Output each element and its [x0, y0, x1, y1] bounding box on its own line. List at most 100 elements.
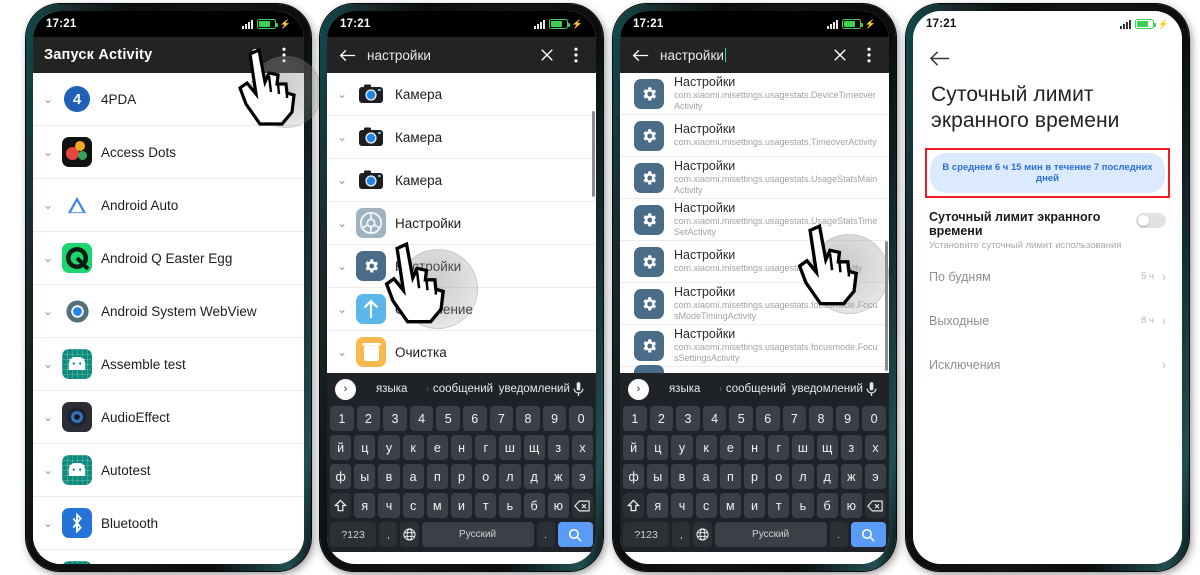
- chevron-down-icon[interactable]: ⌄: [337, 131, 347, 143]
- key-и[interactable]: и: [743, 493, 766, 518]
- symbols-key[interactable]: ?123: [623, 522, 670, 547]
- key-п[interactable]: п: [426, 464, 448, 489]
- key-9[interactable]: 9: [835, 406, 860, 431]
- keyboard-row-bottom[interactable]: ?123, Русский.: [330, 522, 593, 547]
- key-ш[interactable]: ш: [792, 435, 814, 460]
- keyboard-row-1[interactable]: йцукенгшщзх: [623, 435, 887, 460]
- phone-3-keyboard[interactable]: › языка сообщений уведомлений 1 2 3 4 5 6 7 8 9 0 й ц у к…: [620, 373, 889, 552]
- key-5[interactable]: 5: [729, 406, 753, 431]
- nav-row[interactable]: По будням 5 ч ›: [913, 255, 1182, 299]
- suggestion-word[interactable]: уведомлений: [791, 383, 863, 395]
- chevron-down-icon[interactable]: ⌄: [43, 252, 53, 264]
- suggestion-word[interactable]: языка: [356, 383, 427, 395]
- search-input[interactable]: настройки: [367, 48, 431, 63]
- key-2[interactable]: 2: [356, 406, 381, 431]
- chevron-down-icon[interactable]: ⌄: [43, 305, 53, 317]
- key-з[interactable]: з: [840, 435, 862, 460]
- key-5[interactable]: 5: [436, 406, 460, 431]
- key-з[interactable]: з: [547, 435, 569, 460]
- key-б[interactable]: б: [523, 493, 545, 518]
- key-8[interactable]: 8: [516, 406, 540, 431]
- list-item[interactable]: Настройки com.xiaomi.misettings.usagestat…: [620, 115, 889, 157]
- list-item[interactable]: ⌄ Камера: [327, 159, 596, 202]
- list-item[interactable]: Настройки: [620, 364, 889, 373]
- phone-2-result-list[interactable]: ⌄Камера⌄Камера⌄Камера⌄Настройки⌄Настройк…: [327, 73, 596, 373]
- globe-icon[interactable]: [400, 522, 419, 547]
- key-3[interactable]: 3: [383, 406, 407, 431]
- keyboard-row-2[interactable]: фывапролджэ: [330, 464, 594, 489]
- key-д[interactable]: д: [816, 464, 838, 489]
- key-щ[interactable]: щ: [523, 435, 545, 460]
- key-ф[interactable]: ф: [623, 464, 645, 489]
- list-item[interactable]: ⌄ Камера: [327, 73, 596, 116]
- symbols-key[interactable]: ?123: [330, 522, 377, 547]
- key-2[interactable]: 2: [649, 406, 674, 431]
- key-й[interactable]: й: [330, 435, 352, 460]
- chevron-down-icon[interactable]: ⌄: [337, 88, 347, 100]
- phone-3-result-list[interactable]: Настройки com.xiaomi.misettings.usagestat…: [620, 73, 889, 373]
- period-key[interactable]: .: [536, 522, 555, 547]
- nav-row[interactable]: Исключения ›: [913, 343, 1182, 387]
- microphone-icon[interactable]: [863, 380, 881, 398]
- key-х[interactable]: х: [864, 435, 887, 460]
- key-1[interactable]: 1: [330, 406, 354, 431]
- key-3[interactable]: 3: [676, 406, 700, 431]
- list-item[interactable]: Настройки com.xiaomi.misettings.usagestat…: [620, 325, 889, 367]
- suggestion-word[interactable]: сообщений: [720, 383, 791, 395]
- globe-icon[interactable]: [693, 522, 712, 547]
- key-ц[interactable]: ц: [647, 435, 669, 460]
- key-а[interactable]: а: [695, 464, 717, 489]
- key-ю[interactable]: ю: [840, 493, 862, 518]
- keyboard-row-2[interactable]: фывапролджэ: [623, 464, 887, 489]
- search-input[interactable]: настройки: [660, 47, 727, 63]
- key-к[interactable]: к: [695, 435, 717, 460]
- chevron-down-icon[interactable]: ⌄: [337, 260, 347, 272]
- key-4[interactable]: 4: [409, 406, 434, 431]
- key-9[interactable]: 9: [542, 406, 567, 431]
- period-key[interactable]: .: [829, 522, 848, 547]
- chevron-down-icon[interactable]: ⌄: [43, 358, 53, 370]
- comma-key[interactable]: ,: [672, 522, 691, 547]
- keyboard-row-3[interactable]: ячсмитьбю: [330, 493, 594, 518]
- back-arrow-icon[interactable]: [338, 46, 356, 64]
- key-э[interactable]: э: [571, 464, 594, 489]
- list-item[interactable]: Настройки com.xiaomi.misettings.usagestat…: [620, 73, 889, 115]
- key-ы[interactable]: ы: [354, 464, 376, 489]
- key-у[interactable]: у: [378, 435, 400, 460]
- search-icon[interactable]: [557, 522, 593, 547]
- daily-limit-toggle[interactable]: [1136, 212, 1166, 228]
- suggestion-bar[interactable]: › языка сообщений уведомлений: [330, 376, 593, 402]
- key-ы[interactable]: ы: [647, 464, 669, 489]
- key-о[interactable]: о: [475, 464, 497, 489]
- key-ф[interactable]: ф: [330, 464, 352, 489]
- key-п[interactable]: п: [719, 464, 741, 489]
- key-а[interactable]: а: [402, 464, 424, 489]
- list-item[interactable]: ⌄ Assemble test: [33, 338, 304, 391]
- key-с[interactable]: с: [695, 493, 717, 518]
- list-item[interactable]: ⌄ Очистка: [327, 331, 596, 373]
- key-щ[interactable]: щ: [816, 435, 838, 460]
- key-ц[interactable]: ц: [354, 435, 376, 460]
- list-item[interactable]: ⌄ Android System WebView: [33, 285, 304, 338]
- key-е[interactable]: е: [426, 435, 448, 460]
- key-в[interactable]: в: [378, 464, 400, 489]
- phone-1-app-list[interactable]: ⌄ 4 4PDA ⌄ Access Dots ⌄ Android Auto ⌄ Android …: [33, 73, 304, 564]
- list-item[interactable]: ⌄ Bluetooth: [33, 497, 304, 550]
- key-г[interactable]: г: [768, 435, 790, 460]
- key-т[interactable]: т: [475, 493, 497, 518]
- chevron-down-icon[interactable]: ⌄: [43, 146, 53, 158]
- key-ш[interactable]: ш: [499, 435, 521, 460]
- key-м[interactable]: м: [426, 493, 448, 518]
- key-ч[interactable]: ч: [378, 493, 400, 518]
- key-0[interactable]: 0: [569, 406, 593, 431]
- key-и[interactable]: и: [450, 493, 473, 518]
- key-р[interactable]: р: [450, 464, 473, 489]
- list-item[interactable]: ⌄CallFeatureSetting: [33, 550, 304, 564]
- chevron-right-icon[interactable]: ›: [628, 378, 649, 400]
- keyboard-row-bottom[interactable]: ?123, Русский.: [623, 522, 886, 547]
- comma-key[interactable]: ,: [379, 522, 398, 547]
- backspace-icon[interactable]: [864, 493, 887, 518]
- key-ж[interactable]: ж: [547, 464, 569, 489]
- key-к[interactable]: к: [402, 435, 424, 460]
- overflow-menu-icon[interactable]: [567, 46, 585, 64]
